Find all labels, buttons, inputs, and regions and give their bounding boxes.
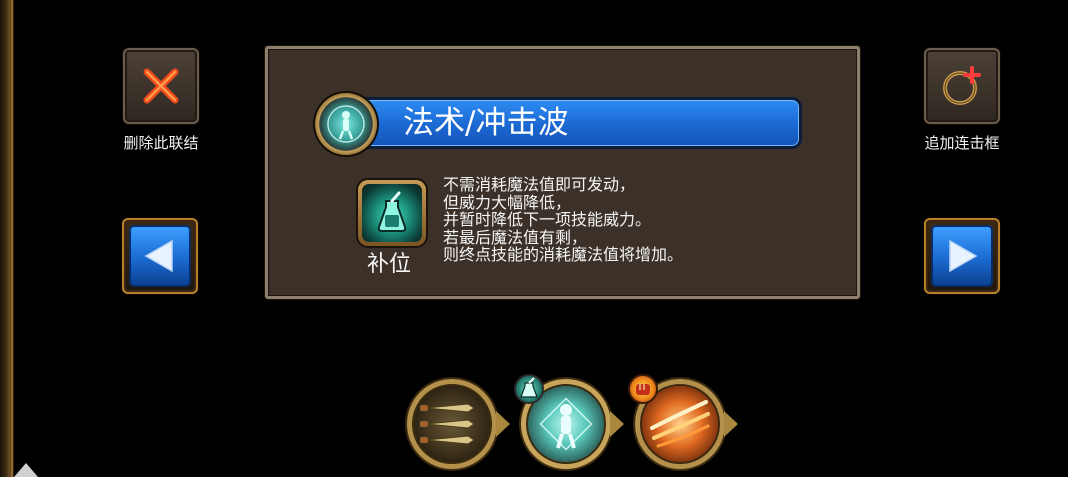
description-line: 并暂时降低下一项技能威力。 bbox=[443, 210, 652, 230]
delete-link-label: 删除此联结 bbox=[123, 134, 199, 152]
skill-title: 法术/冲击波 bbox=[403, 105, 569, 141]
add-ring-icon bbox=[943, 66, 981, 105]
arrow-left-icon bbox=[144, 239, 173, 273]
arrow-right-icon bbox=[949, 239, 978, 273]
description-line: 则终点技能的消耗魔法值将增加。 bbox=[443, 245, 684, 265]
chain-arrow bbox=[496, 411, 510, 437]
daggers-icon bbox=[420, 403, 475, 445]
previous-button[interactable] bbox=[122, 218, 198, 294]
corner-indicator bbox=[14, 463, 38, 477]
fist-icon bbox=[628, 374, 658, 404]
description-line: 若最后魔法值有剩， bbox=[443, 227, 588, 247]
flask-icon bbox=[514, 374, 544, 404]
flask-icon bbox=[377, 191, 407, 232]
modifier-icon bbox=[358, 180, 426, 246]
chain-arrow bbox=[610, 411, 624, 437]
modifier-label: 补位 bbox=[367, 252, 412, 277]
description-line: 不需消耗魔法值即可发动， bbox=[443, 175, 636, 194]
description-line: 但威力大幅降低， bbox=[443, 192, 572, 212]
next-button[interactable] bbox=[924, 218, 1000, 294]
add-combo-frame-label: 追加连击框 bbox=[924, 134, 1000, 152]
left-border-ornament bbox=[0, 0, 14, 477]
chain-arrow bbox=[724, 411, 738, 437]
skill-combo-editor: 删除此联结 追加连击框 法术/冲击波 补位 不需消耗魔法值即可发动， 但威力大幅… bbox=[0, 0, 1068, 477]
chain-node-daggers[interactable] bbox=[407, 379, 497, 469]
delete-link-button[interactable] bbox=[123, 48, 199, 124]
add-combo-frame-button[interactable] bbox=[924, 48, 1000, 124]
close-icon bbox=[143, 68, 179, 104]
skill-spirit-icon bbox=[315, 93, 377, 155]
skill-description: 不需消耗魔法值即可发动， 但威力大幅降低， 并暂时降低下一项技能威力。 若最后魔… bbox=[443, 176, 683, 264]
